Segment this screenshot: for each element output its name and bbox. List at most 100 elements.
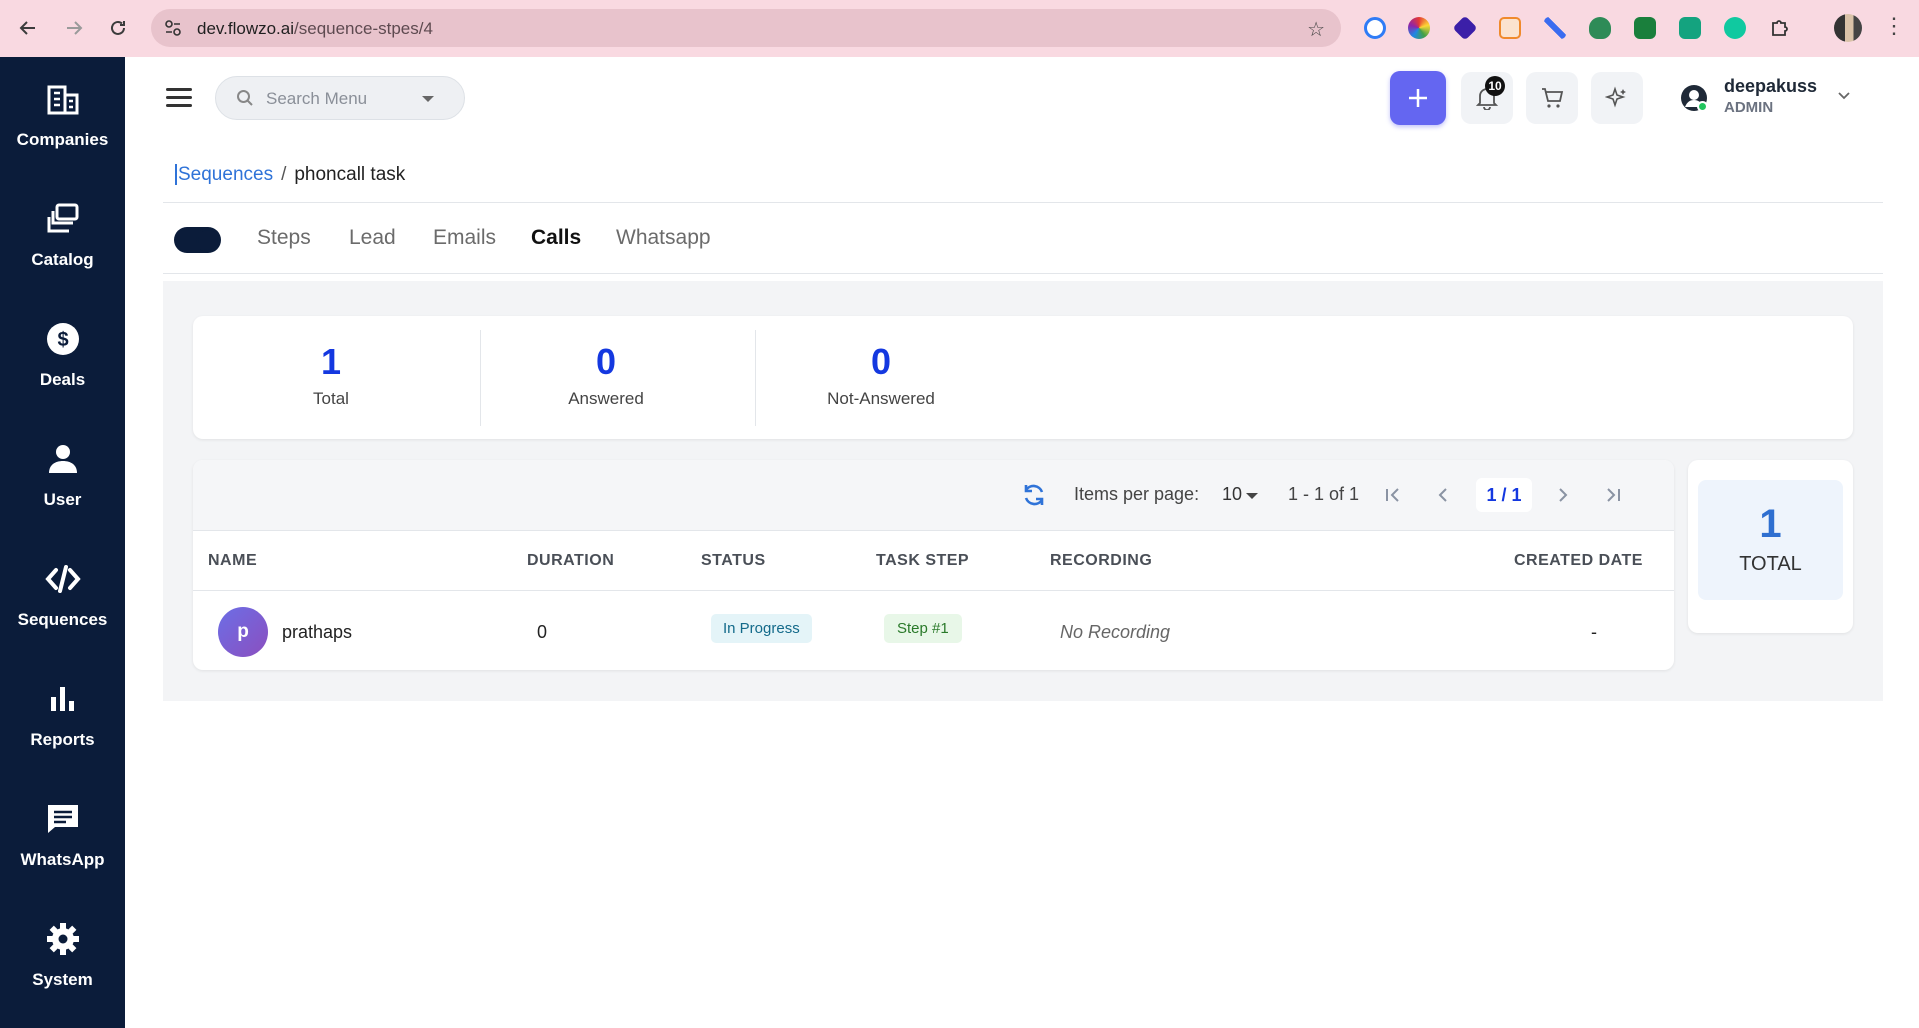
person-icon [48,445,77,473]
search-menu-input[interactable]: Search Menu [215,76,465,120]
extensions-puzzle-icon[interactable] [1769,17,1791,39]
calls-table-card: Items per page: 10 1 - 1 of 1 1 / 1 NAME… [193,460,1674,670]
items-per-page-label: Items per page: [1074,484,1200,504]
menu-toggle-icon[interactable] [166,88,192,110]
divider [163,273,1883,274]
task-step-badge: Step #1 [884,614,962,643]
extension-3-icon[interactable] [1452,15,1478,41]
stat-label: Answered [568,389,644,408]
browser-toolbar: dev.flowzo.ai/sequence-stpes/4 ☆ ⋮ [0,0,1919,57]
avatar: p [218,607,268,657]
code-icon [44,565,81,593]
sparkle-icon [1605,86,1626,108]
notification-count-badge: 10 [1485,76,1505,96]
next-page-icon[interactable] [1550,482,1576,508]
divider [193,590,1674,591]
profile-avatar[interactable] [1834,14,1862,42]
total-summary-card: 1 TOTAL [1688,460,1853,633]
search-placeholder: Search Menu [266,89,368,108]
sidebar: Companies Catalog $ Deals User Sequences… [0,57,125,1028]
column-header-status[interactable]: STATUS [701,552,766,570]
cart-icon [1542,88,1564,108]
cell-recording: No Recording [1060,622,1171,642]
building-icon [47,85,78,115]
tab-steps[interactable]: Steps [257,226,311,250]
sidebar-item-sequences[interactable]: Sequences [0,537,125,637]
stat-value: 0 [595,341,617,382]
tab-whatsapp[interactable]: Whatsapp [616,226,711,250]
sidebar-item-reports[interactable]: Reports [0,657,125,757]
layers-icon [47,203,78,233]
sidebar-item-label: Sequences [17,610,108,629]
bookmark-star-icon[interactable]: ☆ [1307,17,1325,42]
breadcrumb: Sequences / phoncall task [175,164,405,186]
forward-arrow-icon[interactable] [60,14,88,42]
refresh-icon[interactable] [1020,481,1048,509]
breadcrumb-link-sequences[interactable]: Sequences [175,164,274,185]
column-header-duration[interactable]: DURATION [527,552,614,570]
user-name[interactable]: deepakuss [1724,76,1817,97]
sidebar-item-label: Deals [39,370,86,389]
sidebar-item-deals[interactable]: $ Deals [0,297,125,397]
sidebar-item-label: WhatsApp [20,850,105,869]
bar-chart-icon [50,687,74,711]
extension-7-icon[interactable] [1634,17,1656,39]
stat-not-answered: 0 Not-Answered [743,316,1019,439]
cell-duration: 0 [537,622,548,642]
divider [163,202,1883,203]
sidebar-item-whatsapp[interactable]: WhatsApp [0,777,125,877]
back-arrow-icon[interactable] [14,14,42,42]
plus-icon [1409,89,1427,107]
dollar-icon: $ [46,323,79,355]
sequence-active-toggle[interactable] [174,227,221,253]
call-stats-card: 1 Total 0 Answered 0 Not-Answered [193,316,1853,439]
stat-value: 1 [320,341,342,382]
chevron-down-icon[interactable] [1836,88,1852,104]
total-label: TOTAL [1739,553,1802,575]
extension-6-icon[interactable] [1589,17,1611,39]
extension-2-icon[interactable] [1408,17,1430,39]
column-header-name[interactable]: NAME [208,552,257,570]
tab-emails[interactable]: Emails [433,226,496,250]
sidebar-item-user[interactable]: User [0,417,125,517]
chevron-down-icon[interactable] [1246,493,1258,499]
chevron-down-icon[interactable] [422,96,434,102]
column-header-task-step[interactable]: TASK STEP [876,552,969,570]
extension-1-icon[interactable] [1364,17,1386,39]
breadcrumb-current: phoncall task [294,164,406,185]
column-header-recording[interactable]: RECORDING [1050,552,1152,570]
cart-button[interactable] [1526,72,1578,124]
total-value: 1 [1759,502,1782,546]
sidebar-item-system[interactable]: System [0,897,125,997]
reload-icon[interactable] [104,14,132,42]
extension-9-icon[interactable] [1724,17,1746,39]
tab-calls[interactable]: Calls [531,226,581,250]
chat-icon [47,805,78,833]
site-settings-icon[interactable] [163,18,183,38]
add-button[interactable] [1390,71,1446,125]
sidebar-item-label: User [43,490,82,509]
online-status-dot [1697,101,1708,112]
sidebar-item-catalog[interactable]: Catalog [0,177,125,277]
first-page-icon[interactable] [1380,482,1406,508]
table-toolbar: Items per page: 10 1 - 1 of 1 1 / 1 [193,460,1674,531]
address-bar[interactable]: dev.flowzo.ai/sequence-stpes/4 ☆ [151,9,1341,47]
last-page-icon[interactable] [1600,482,1626,508]
sidebar-item-label: Reports [30,730,95,749]
cell-name[interactable]: prathaps [282,622,352,643]
browser-menu-icon[interactable]: ⋮ [1883,13,1905,39]
ai-sparkle-button[interactable] [1591,72,1643,124]
stat-label: Not-Answered [827,389,935,408]
extension-4-icon[interactable] [1499,17,1521,39]
status-badge: In Progress [711,614,812,643]
extension-5-icon[interactable] [1544,17,1566,39]
search-icon [237,90,253,106]
items-per-page-select[interactable]: 10 [1222,484,1242,505]
previous-page-icon[interactable] [1430,482,1456,508]
tab-lead[interactable]: Lead [349,226,396,250]
sidebar-item-label: System [32,970,93,989]
breadcrumb-separator: / [281,164,287,185]
extension-8-icon[interactable] [1679,17,1701,39]
column-header-created-date[interactable]: CREATED DATE [1514,552,1643,570]
sidebar-item-companies[interactable]: Companies [0,57,125,157]
